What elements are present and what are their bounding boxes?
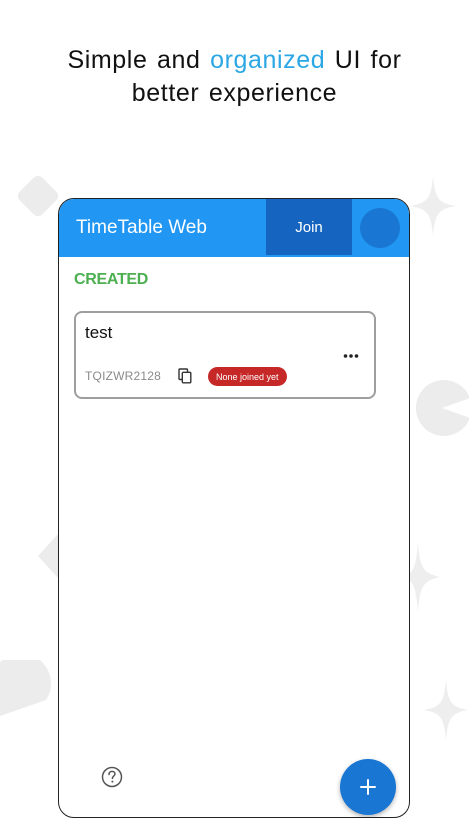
pacman-decoration-icon	[415, 380, 469, 436]
headline-accent-word: organized	[210, 46, 326, 74]
app-title: TimeTable Web	[76, 217, 207, 238]
sparkle-decoration-icon	[410, 176, 456, 236]
headline-line-2: better experience	[131, 79, 338, 107]
timetable-card[interactable]: test TQIZWR2128 None joined yet	[74, 311, 376, 399]
join-button[interactable]: Join	[266, 199, 352, 255]
add-fab-button[interactable]	[340, 759, 396, 815]
headline-text-post: UI for	[325, 46, 402, 74]
headline-text-pre: Simple and	[67, 46, 211, 74]
promo-headline: Simple and organized UI for better exper…	[0, 44, 469, 110]
help-circle-icon[interactable]	[101, 766, 123, 788]
more-horizontal-icon[interactable]	[343, 353, 359, 359]
sparkle-decoration-icon	[424, 680, 468, 740]
avatar[interactable]	[360, 208, 400, 248]
card-code: TQIZWR2128	[85, 369, 162, 383]
card-title: test	[85, 323, 113, 342]
app-bar: TimeTable Web Join	[59, 199, 409, 257]
plus-icon	[360, 779, 376, 795]
section-label-created: CREATED	[74, 271, 149, 288]
headline-line-1: Simple and organized UI for	[0, 44, 469, 77]
copy-icon[interactable]	[178, 368, 192, 384]
app-screen: TimeTable Web Join CREATED test TQIZWR21…	[58, 198, 410, 818]
semicircle-decoration-icon	[0, 660, 51, 716]
status-badge: None joined yet	[208, 367, 287, 386]
